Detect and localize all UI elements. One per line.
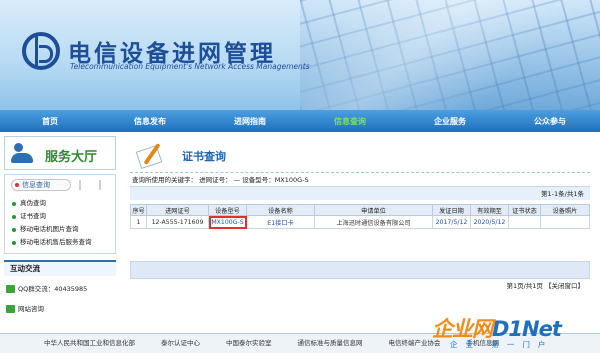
- nav-item-news[interactable]: 信息发布: [100, 116, 200, 127]
- service-hall-title: 服务大厅: [45, 150, 98, 165]
- footer-link[interactable]: 中国泰尔实验室: [226, 337, 272, 347]
- col-header: 设备名称: [246, 204, 315, 216]
- main-content: 证书查询 查询所使用的关键字： 进网证号： — 设备型号：MX100G-S 第1…: [130, 136, 590, 326]
- col-header: 序号: [130, 204, 147, 216]
- query-link-after-sales[interactable]: 移动电话机售后服务查询: [11, 236, 115, 249]
- service-hall-header: 服务大厅: [4, 136, 116, 170]
- result-table: 序号 进网证号 设备型号 设备名称 申请单位 发证日期 有效期至 证书状态 设备…: [130, 204, 590, 229]
- table-footer-bar: [130, 261, 590, 279]
- cell-index: 1: [130, 215, 147, 229]
- qq-label: QQ群交流：40435985: [18, 285, 88, 293]
- footer-links: 中华人民共和国工业和信息化部 泰尔认证中心 中国泰尔实验室 通信标准与质量信息网…: [44, 337, 499, 347]
- qq-icon: [6, 285, 15, 293]
- people-icon: [11, 143, 35, 163]
- query-tab[interactable]: 信息查询: [11, 179, 71, 191]
- nav-item-enterprise[interactable]: 企业服务: [400, 116, 500, 127]
- qq-group-link[interactable]: QQ群交流：40435985: [4, 282, 116, 296]
- col-header: 证书状态: [508, 204, 541, 216]
- section-title: 证书查询: [182, 150, 226, 163]
- pager-close-link[interactable]: 第1页/共1页 【关闭窗口】: [130, 279, 590, 293]
- site-subtitle: Telecommunication Equipment's Network Ac…: [70, 62, 310, 71]
- table-header-row: 序号 进网证号 设备型号 设备名称 申请单位 发证日期 有效期至 证书状态 设备…: [130, 204, 590, 216]
- cell-device-name-link[interactable]: E1接口卡: [246, 215, 315, 229]
- cell-model-link[interactable]: MX100G-S: [208, 215, 247, 229]
- cell-status: [508, 215, 541, 229]
- col-header: 发证日期: [432, 204, 471, 216]
- header-building-graphic: [300, 0, 600, 110]
- query-link-certificate[interactable]: 证书查询: [11, 210, 115, 223]
- main-nav: 首页 信息发布 进网指南 信息查询 企业服务 公众参与: [0, 110, 600, 132]
- result-count: 第1-1条/共1条: [130, 186, 590, 200]
- query-link-phone-images[interactable]: 移动电话机图片查询: [11, 223, 115, 236]
- query-panel: 信息查询 真伪查询 证书查询 移动电话机图片查询 移动电话机售后服务查询: [4, 174, 116, 254]
- certificate-pen-icon: [132, 140, 172, 170]
- online-label: 网站咨询: [18, 305, 44, 313]
- nav-item-home[interactable]: 首页: [0, 116, 100, 127]
- nav-item-public[interactable]: 公众参与: [500, 116, 600, 127]
- sidebar: 服务大厅 信息查询 真伪查询 证书查询 移动电话机图片查询 移动电话机售后服务查…: [4, 136, 116, 326]
- col-header: 有效期至: [470, 204, 509, 216]
- divider: [79, 180, 81, 190]
- cell-expiry-date: 2020/5/12: [470, 215, 509, 229]
- cell-cert-no: 12-A555-171609: [146, 215, 209, 229]
- cell-applicant: 上海迅时通信设备有限公司: [314, 215, 433, 229]
- cell-photo: [540, 215, 590, 229]
- nav-item-guide[interactable]: 进网指南: [200, 116, 300, 127]
- footer-link[interactable]: 通信标准与质量信息网: [298, 337, 363, 347]
- interact-header: 互动交流: [4, 260, 116, 276]
- col-header: 申请单位: [314, 204, 433, 216]
- cell-issue-date: 2017/5/12: [432, 215, 471, 229]
- col-header: 设备照片: [540, 204, 590, 216]
- logo-icon: [22, 32, 60, 70]
- online-consult-link[interactable]: 网站咨询: [4, 302, 116, 316]
- footer-link[interactable]: 泰尔认证中心: [161, 337, 200, 347]
- table-row: 1 12-A555-171609 MX100G-S E1接口卡 上海迅时通信设备…: [130, 215, 590, 229]
- col-header: 进网证号: [146, 204, 209, 216]
- query-link-authenticity[interactable]: 真伪查询: [11, 197, 115, 210]
- section-header: 证书查询: [130, 136, 590, 172]
- chat-icon: [6, 305, 15, 313]
- footer-link[interactable]: 中华人民共和国工业和信息化部: [44, 337, 135, 347]
- col-header: 设备型号: [208, 204, 247, 216]
- query-list: 真伪查询 证书查询 移动电话机图片查询 移动电话机售后服务查询: [11, 197, 115, 249]
- divider: [99, 180, 101, 190]
- query-keywords: 查询所使用的关键字： 进网证号： — 设备型号：MX100G-S: [130, 172, 590, 186]
- site-header: 电信设备进网管理 Telecommunication Equipment's N…: [0, 0, 600, 110]
- watermark-subtitle: 企业 第一门户: [450, 340, 554, 349]
- nav-item-query[interactable]: 信息查询: [300, 116, 400, 127]
